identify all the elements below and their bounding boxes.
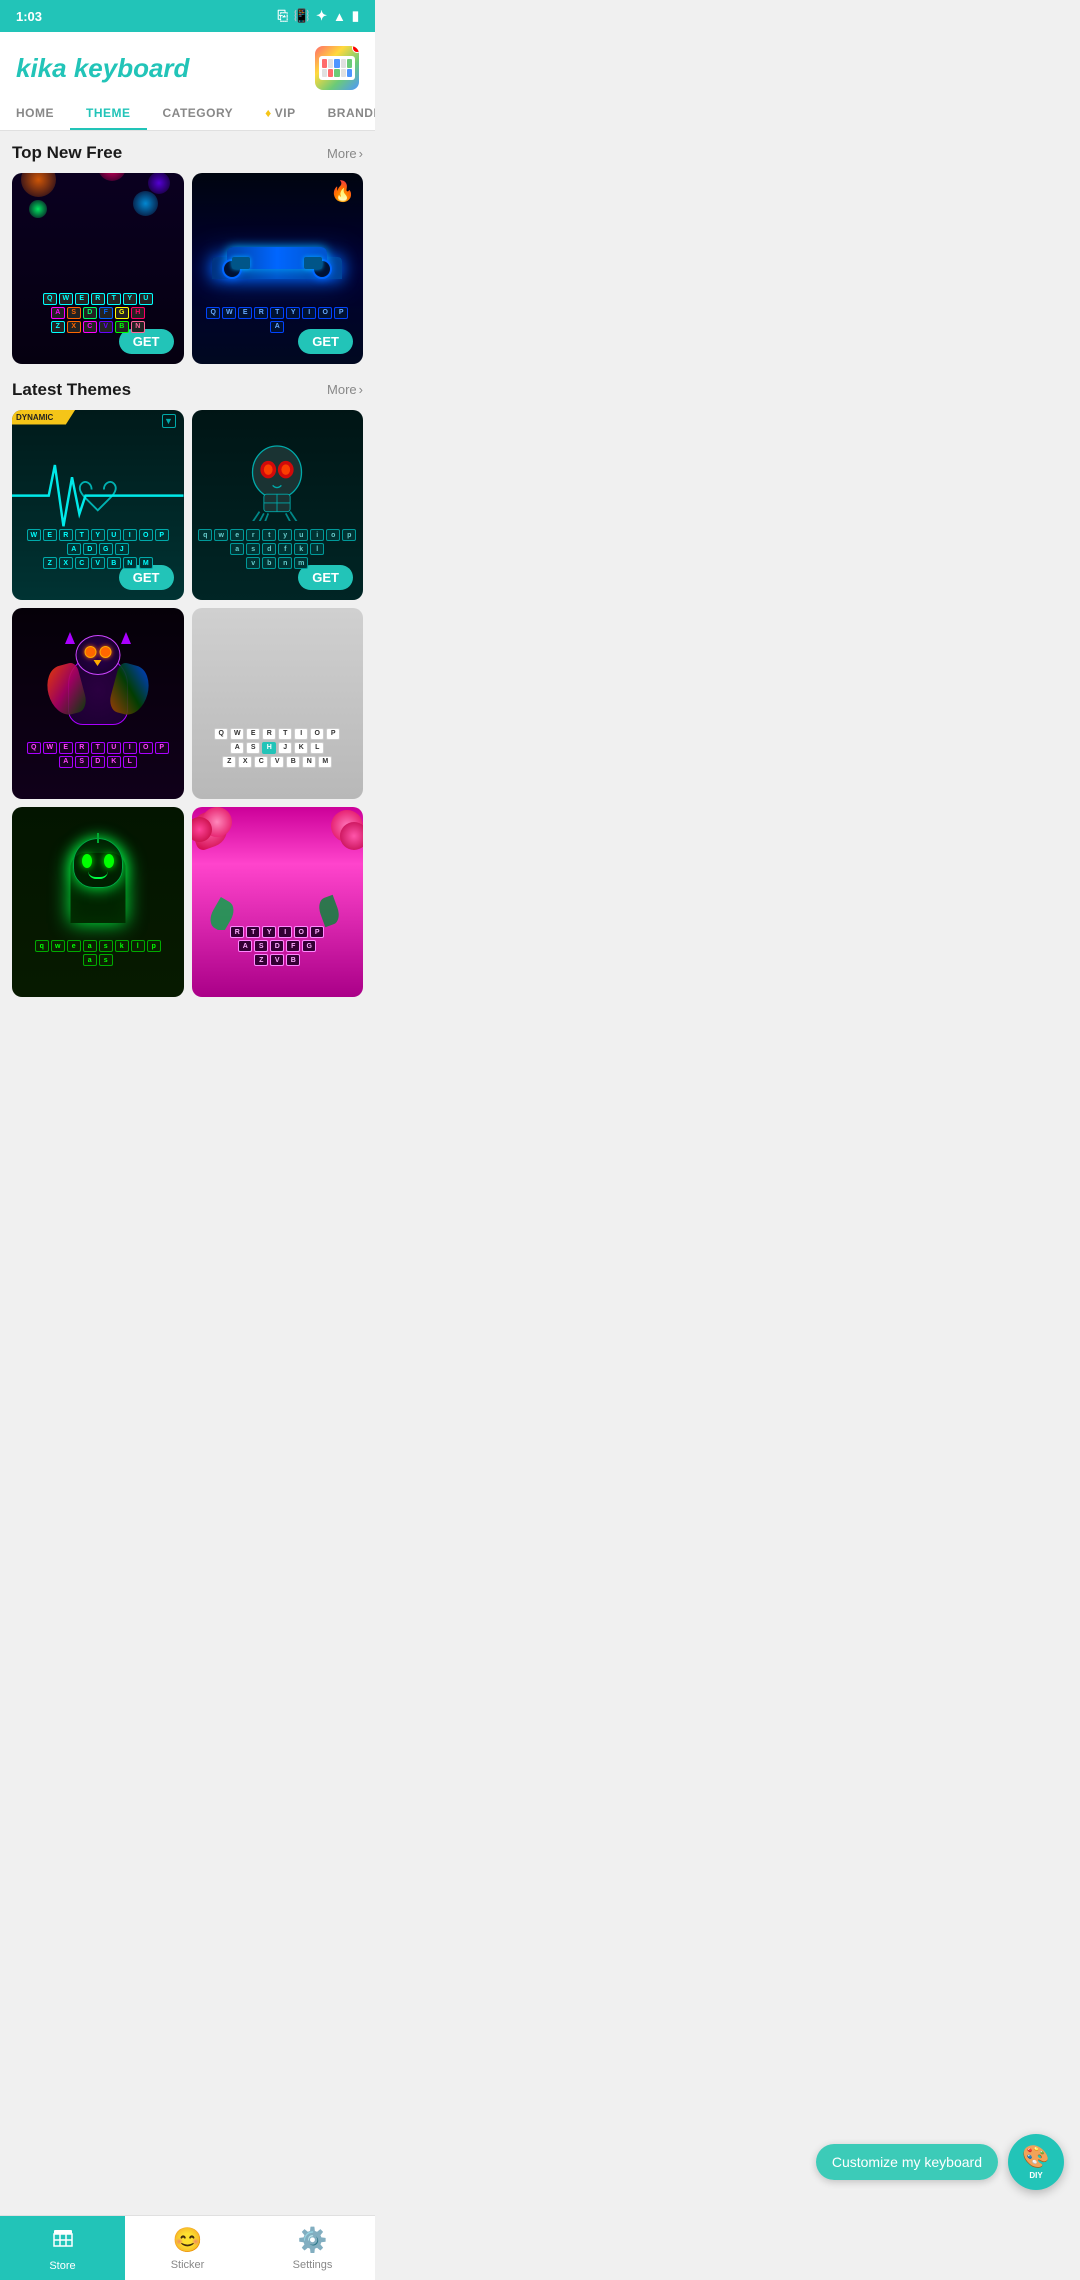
top-new-free-title: Top New Free — [12, 143, 122, 163]
bottom-nav-settings[interactable]: ⚙️ Settings — [250, 2216, 375, 2280]
sticker-icon: 😊 — [173, 2226, 203, 2255]
status-bar: 1:03 ⎘ 📳 ✦ ▲ ▮ — [0, 0, 375, 32]
main-content: Top New Free More › QWERTYU — [0, 131, 375, 1113]
latest-themes-grid: DYNAMIC ▼ WERTYUIOP ADGJ — [12, 410, 363, 998]
theme-card-skull[interactable]: qwertyuiop asdfkl vbnm GET — [192, 410, 364, 601]
theme-card-ghost[interactable]: qweasklp as — [12, 807, 184, 998]
top-new-free-header: Top New Free More › — [12, 143, 363, 163]
skull-svg — [242, 441, 312, 521]
chevron-right-icon: › — [359, 146, 363, 161]
store-label: Store — [49, 2260, 75, 2272]
bottom-nav-store[interactable]: Store — [0, 2216, 125, 2280]
tab-category[interactable]: CATEGORY — [147, 98, 250, 130]
status-time: 1:03 — [16, 9, 42, 24]
battery-icon: ▮ — [352, 8, 359, 24]
star-icon: ✦ — [316, 8, 327, 24]
chevron-right-icon-2: › — [359, 382, 363, 397]
top-new-free-grid: QWERTYU A S D F G H Z X C V — [12, 173, 363, 364]
wifi-icon: ▲ — [333, 9, 346, 24]
sticker-label: Sticker — [171, 2259, 205, 2271]
latest-themes-header: Latest Themes More › — [12, 380, 363, 400]
diy-button[interactable]: 🎨 DIY — [1008, 2134, 1064, 2190]
cast-icon: ⎘ — [277, 8, 287, 24]
fire-badge: 🔥 — [330, 179, 355, 204]
theme-card-heartbeat[interactable]: DYNAMIC ▼ WERTYUIOP ADGJ — [12, 410, 184, 601]
top-new-free-more[interactable]: More › — [327, 146, 363, 161]
settings-label: Settings — [293, 2259, 333, 2271]
app-header: kika keyboard — [0, 32, 375, 90]
vibrate-icon: 📳 — [294, 8, 310, 24]
app-logo: kika keyboard — [16, 53, 189, 84]
theme-card-neon-keys[interactable]: QWERTYU A S D F G H Z X C V — [12, 173, 184, 364]
tab-vip[interactable]: ♦VIP — [249, 98, 311, 130]
theme-card-neon-car[interactable]: QWERTYIOP A 🔥 GET — [192, 173, 364, 364]
latest-themes-more[interactable]: More › — [327, 382, 363, 397]
tab-theme[interactable]: THEME — [70, 98, 147, 130]
theme-card-owl[interactable]: QWERTUIOP ASDKL — [12, 608, 184, 799]
header-avatar[interactable] — [315, 46, 359, 90]
tab-branded[interactable]: BRANDED — [312, 98, 375, 130]
vip-diamond-icon: ♦ — [265, 106, 272, 120]
notification-dot — [352, 46, 359, 53]
theme-card-floral[interactable]: RTYIOP ASDFG ZVB — [192, 807, 364, 998]
tab-home[interactable]: HOME — [0, 98, 70, 130]
customize-label[interactable]: Customize my keyboard — [816, 2144, 998, 2180]
settings-icon: ⚙️ — [298, 2226, 328, 2255]
avatar-keyboard-preview — [319, 56, 355, 80]
bottom-nav-sticker[interactable]: 😊 Sticker — [125, 2216, 250, 2280]
status-icons: ⎘ 📳 ✦ ▲ ▮ — [277, 8, 359, 24]
latest-themes-title: Latest Themes — [12, 380, 131, 400]
floating-customize-area: Customize my keyboard 🎨 DIY — [816, 2134, 1064, 2190]
theme-card-white-clean[interactable]: QWERTIOP ASHJKL ZXCVBNM — [192, 608, 364, 799]
palette-icon: 🎨 — [1022, 2144, 1049, 2170]
store-icon — [51, 2226, 75, 2256]
nav-tabs: HOME THEME CATEGORY ♦VIP BRANDED — [0, 90, 375, 131]
bottom-nav: Store 😊 Sticker ⚙️ Settings — [0, 2215, 375, 2280]
